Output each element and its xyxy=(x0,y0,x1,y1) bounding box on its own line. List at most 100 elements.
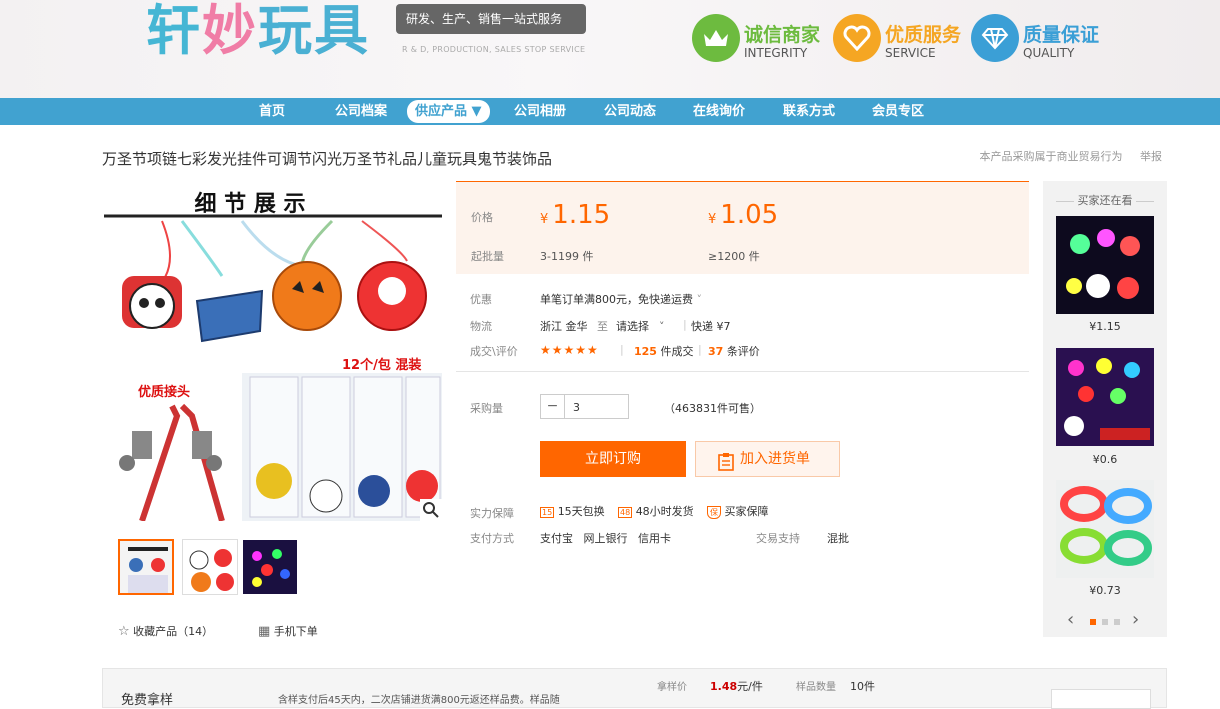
recommend-title: 买家还在看 xyxy=(1043,192,1167,208)
carousel-next-button[interactable]: › xyxy=(1132,609,1139,630)
chevron-down-icon: ˅ xyxy=(659,320,665,333)
badge-subtitle: INTEGRITY xyxy=(744,46,808,60)
star-outline-icon: ☆ xyxy=(118,624,130,639)
report-link[interactable]: 举报 xyxy=(1140,150,1162,163)
recommend-title-text: 买家还在看 xyxy=(1077,194,1133,207)
sample-button[interactable] xyxy=(1051,689,1151,709)
price-tier-2: ¥1.05 xyxy=(708,200,778,230)
review-count-number: 37 xyxy=(708,345,724,358)
price-label: 价格 xyxy=(471,211,493,224)
integrity-badge: 诚信商家 INTEGRITY xyxy=(692,14,827,64)
guarantee-shipping-text: 48小时发货 xyxy=(635,505,694,518)
review-count-unit: 条评价 xyxy=(726,345,760,358)
guarantee-label: 实力保障 xyxy=(470,507,514,520)
sample-bar: 免费拿样 含样支付后45天内，二次店铺进货满800元返还样品费。样品随 拿样价 … xyxy=(102,668,1167,709)
destination-value: 请选择 xyxy=(616,320,649,333)
image-banner: 细 节 展 示 xyxy=(195,191,306,217)
price-value: 1.15 xyxy=(552,200,611,230)
moq-label: 起批量 xyxy=(471,250,504,263)
badge-subtitle: QUALITY xyxy=(1023,46,1075,60)
thumbnail-1[interactable] xyxy=(118,539,174,595)
recommend-price-1: ¥1.15 xyxy=(1089,320,1121,333)
quantity-input[interactable]: 3 xyxy=(573,401,580,414)
stock-available: （463831件可售） xyxy=(664,402,761,415)
nav-item-contact[interactable]: 联系方式 xyxy=(783,98,835,125)
recommend-item-1[interactable] xyxy=(1056,216,1154,314)
payment-label: 支付方式 xyxy=(470,532,514,545)
review-count[interactable]: 37 条评价 xyxy=(708,343,760,359)
sample-price-unit: 元/件 xyxy=(737,680,763,693)
carousel-prev-button[interactable]: ‹ xyxy=(1067,609,1074,630)
nav-item-products[interactable]: 供应产品 ▼ xyxy=(407,100,490,123)
price-value: 1.05 xyxy=(720,200,779,230)
main-nav: 首页 公司档案 供应产品 ▼ 公司相册 公司动态 在线询价 联系方式 会员专区 xyxy=(0,98,1220,125)
add-to-cart-button[interactable]: 加入进货单 xyxy=(695,441,840,477)
deal-count[interactable]: 125 件成交 xyxy=(634,343,693,359)
quantity-stepper: − 3 xyxy=(540,394,629,419)
nav-item-news[interactable]: 公司动态 xyxy=(604,98,656,125)
trade-support-value: 混批 xyxy=(827,532,849,545)
thumbnail-3[interactable] xyxy=(242,539,298,595)
crown-icon xyxy=(692,14,740,62)
guarantee-buyer-text: 买家保障 xyxy=(724,505,769,518)
recommend-item-2[interactable] xyxy=(1056,348,1154,446)
product-title: 万圣节项链七彩发光挂件可调节闪光万圣节礼品儿童玩具鬼节装饰品 xyxy=(102,150,553,168)
nav-item-company-profile[interactable]: 公司档案 xyxy=(335,98,387,125)
sample-price: 1.48元/件 xyxy=(710,678,763,694)
calendar-icon: 15 xyxy=(540,507,555,518)
badge-title: 质量保证 xyxy=(1023,24,1100,46)
favorite-label: 收藏产品（14） xyxy=(133,625,214,638)
nav-item-members[interactable]: 会员专区 xyxy=(872,98,924,125)
service-badge: 优质服务 SERVICE xyxy=(833,14,968,64)
site-logo[interactable]: 轩妙玩具 xyxy=(146,0,370,62)
sample-qty-label: 样品数量 xyxy=(796,682,836,693)
sample-qty: 10件 xyxy=(850,680,875,693)
product-main-image[interactable]: 细 节 展 示 12个/包 混装 优质接头 xyxy=(102,181,442,521)
mobile-order[interactable]: ▦ 手机下单 xyxy=(258,623,318,639)
discount-label: 优惠 xyxy=(470,293,492,306)
nav-item-inquiry[interactable]: 在线询价 xyxy=(693,98,745,125)
sample-price-label: 拿样价 xyxy=(657,682,687,693)
moq-tier-2: ≥1200 件 xyxy=(708,250,760,263)
divider: | xyxy=(698,343,702,356)
chevron-down-icon: ˅ xyxy=(693,293,702,306)
price-panel: 价格 ¥1.15 ¥1.05 起批量 3-1199 件 ≥1200 件 xyxy=(456,181,1029,274)
guarantee-exchange[interactable]: 15 15天包换 xyxy=(540,503,605,519)
guarantee-exchange-text: 15天包换 xyxy=(557,505,605,518)
truck-icon: 48 xyxy=(618,507,633,518)
discount-text: 单笔订单满800元，免快递运费 xyxy=(540,293,693,306)
recommend-panel: 买家还在看 ¥1.15 ¥0.6 ¥0.73 ‹ › xyxy=(1043,181,1167,637)
buy-now-button[interactable]: 立即订购 xyxy=(540,441,686,477)
currency-symbol: ¥ xyxy=(540,212,549,227)
moq-tier-1: 3-1199 件 xyxy=(540,250,594,263)
divider: | xyxy=(620,343,624,356)
mobile-order-label: 手机下单 xyxy=(273,625,318,638)
rating-stars: ★★★★★ xyxy=(540,343,599,357)
thumbnail-2[interactable] xyxy=(182,539,238,595)
slogan-banner: 研发、生产、销售一站式服务 xyxy=(396,4,586,34)
nav-item-home[interactable]: 首页 xyxy=(259,98,285,125)
quality-badge: 质量保证 QUALITY xyxy=(971,14,1111,64)
deal-count-number: 125 xyxy=(634,345,657,358)
destination-select[interactable]: 请选择 ˅ xyxy=(616,318,665,334)
guarantee-buyer[interactable]: 保 买家保障 xyxy=(707,503,769,519)
nav-item-album[interactable]: 公司相册 xyxy=(514,98,566,125)
logistics-origin: 浙江 金华 xyxy=(540,320,588,333)
favorite-product[interactable]: ☆ 收藏产品（14） xyxy=(118,623,213,639)
trade-note-text: 本产品采购属于商业贸易行为 xyxy=(979,150,1123,163)
discount-value[interactable]: 单笔订单满800元，免快递运费 ˅ xyxy=(540,291,702,307)
payment-methods: 支付宝 网上银行 信用卡 xyxy=(540,532,671,545)
deal-label: 成交\评价 xyxy=(470,345,518,358)
quantity-minus-button[interactable]: − xyxy=(541,395,565,418)
recommend-item-3[interactable] xyxy=(1056,480,1154,578)
divider-line xyxy=(456,371,1029,372)
clipboard-icon xyxy=(718,450,734,484)
recommend-price-3: ¥0.73 xyxy=(1089,584,1121,597)
guarantee-shipping[interactable]: 48 48小时发货 xyxy=(618,503,694,519)
site-header: 轩妙玩具 R & D, PRODUCTION, SALES STOP SERVI… xyxy=(0,0,1220,98)
divider: | xyxy=(683,318,687,331)
recommend-price-2: ¥0.6 xyxy=(1092,453,1118,466)
deal-count-unit: 件成交 xyxy=(660,345,694,358)
trade-note: 本产品采购属于商业贸易行为 举报 xyxy=(980,148,1162,164)
currency-symbol: ¥ xyxy=(708,212,717,227)
